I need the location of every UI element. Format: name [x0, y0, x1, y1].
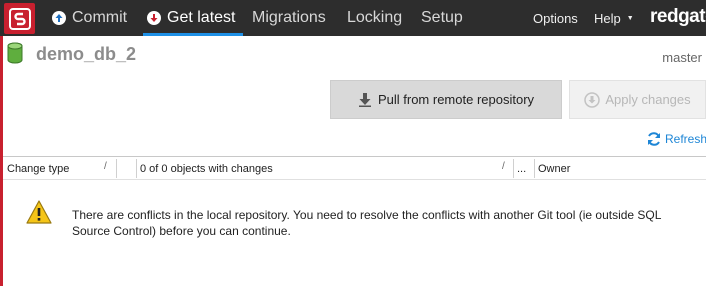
app-logo	[4, 3, 35, 34]
refresh-icon	[648, 132, 660, 146]
sort-icon: /	[104, 161, 107, 172]
commit-icon	[52, 11, 66, 25]
apply-button-label: Apply changes	[605, 92, 691, 107]
options-label: Options	[533, 10, 578, 26]
column-owner[interactable]: Owner	[538, 157, 570, 180]
help-menu[interactable]: Help ▼	[594, 0, 634, 36]
options-menu[interactable]: Options	[533, 0, 578, 36]
download-arrow-icon	[358, 93, 371, 107]
apply-download-icon	[584, 91, 601, 108]
help-label: Help	[594, 10, 621, 26]
get-latest-icon	[147, 11, 161, 25]
warning-icon	[26, 199, 52, 230]
tab-locking[interactable]: Locking	[347, 0, 402, 36]
column-more[interactable]: ...	[517, 157, 526, 180]
tab-setup[interactable]: Setup	[421, 0, 463, 36]
tab-migrations-label: Migrations	[252, 9, 326, 26]
column-objects[interactable]: 0 of 0 objects with changes	[140, 157, 273, 180]
top-nav-bar: Commit Get latest Migrations Locking Set…	[0, 0, 706, 36]
column-change-type-label: Change type	[7, 162, 70, 175]
branch-name: master	[662, 50, 702, 65]
database-icon	[7, 42, 23, 69]
refresh-link[interactable]: Refresh	[646, 131, 706, 147]
pull-from-remote-button[interactable]: Pull from remote repository	[330, 80, 562, 119]
apply-changes-button[interactable]: Apply changes	[569, 80, 706, 119]
logo-icon	[8, 7, 31, 30]
chevron-down-icon: ▼	[626, 14, 634, 22]
active-tab-indicator	[143, 33, 243, 36]
column-objects-label: 0 of 0 objects with changes	[140, 162, 273, 175]
pull-button-label: Pull from remote repository	[377, 92, 535, 107]
tab-get-latest[interactable]: Get latest	[147, 0, 235, 36]
refresh-label: Refresh	[665, 132, 706, 146]
column-separator	[116, 159, 117, 178]
column-more-label: ...	[517, 162, 527, 175]
column-separator	[534, 159, 535, 178]
tab-setup-label: Setup	[421, 9, 463, 26]
tab-get-latest-label: Get latest	[167, 9, 236, 26]
conflict-message: There are conflicts in the local reposit…	[72, 208, 661, 238]
column-owner-label: Owner	[538, 162, 571, 175]
column-change-type[interactable]: Change type	[7, 157, 69, 180]
redgate-brand: redgate	[650, 0, 706, 36]
column-separator	[513, 159, 514, 178]
database-name: demo_db_2	[36, 44, 137, 64]
tab-locking-label: Locking	[347, 9, 403, 26]
sort-icon: /	[502, 161, 505, 172]
tab-commit[interactable]: Commit	[52, 0, 127, 36]
tab-commit-label: Commit	[72, 9, 128, 26]
changes-table-header: Change type / 0 of 0 objects with change…	[3, 156, 706, 180]
tab-migrations[interactable]: Migrations	[252, 0, 326, 36]
brand-label: redgate	[650, 6, 706, 27]
column-separator	[136, 159, 137, 178]
